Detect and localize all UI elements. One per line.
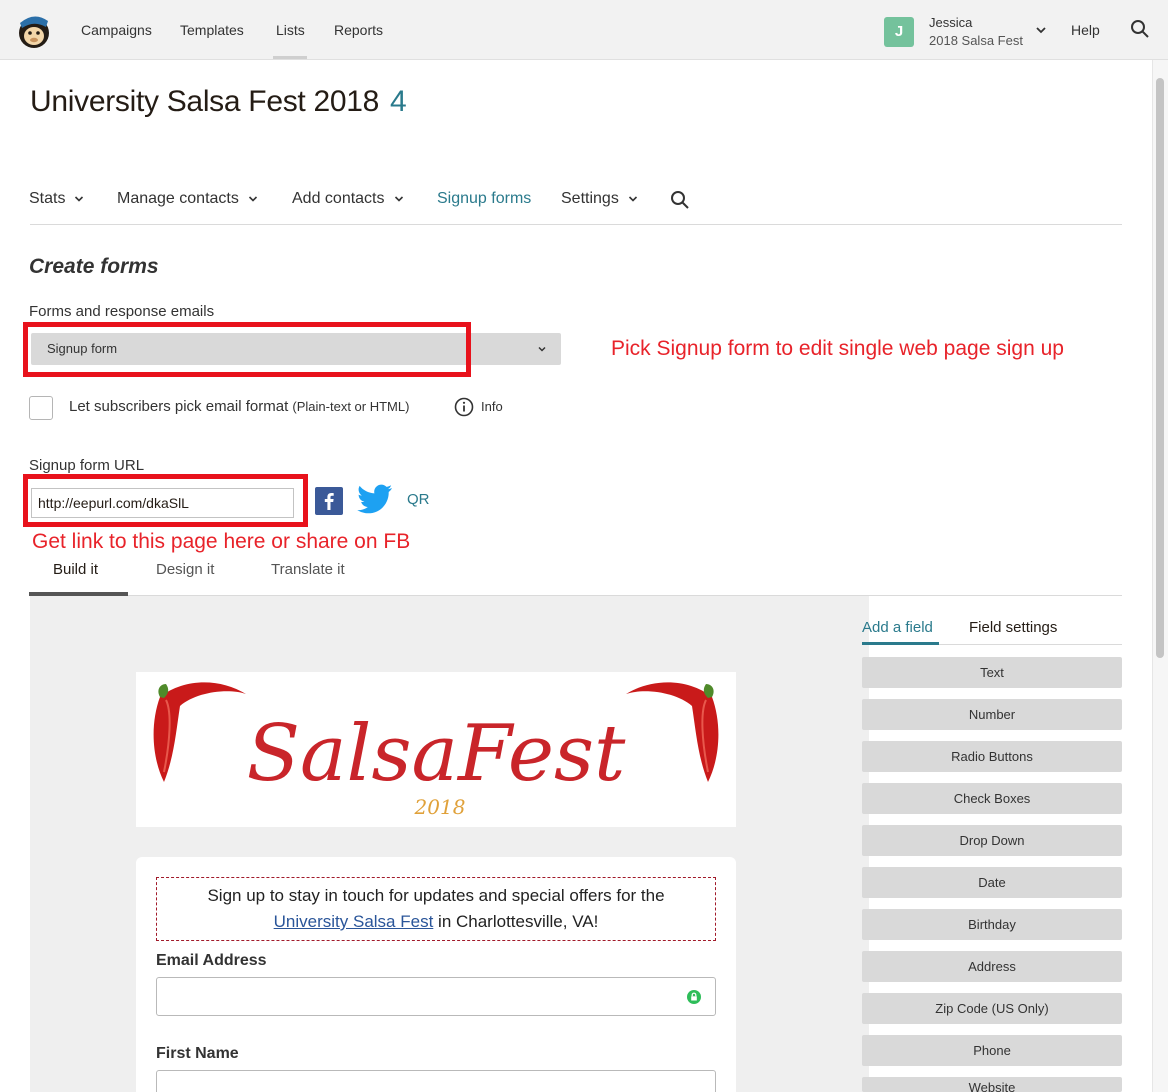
intro-link[interactable]: University Salsa Fest: [274, 912, 434, 931]
nav-templates[interactable]: Templates: [180, 22, 244, 38]
tab-add-a-field[interactable]: Add a field: [862, 619, 933, 636]
banner-year: 2018: [414, 795, 466, 819]
annotation-text: Get link to this page here or share on F…: [32, 530, 411, 553]
add-address-field-button[interactable]: Address: [862, 951, 1122, 982]
section-heading: Create forms: [29, 255, 159, 278]
lock-icon: [687, 990, 701, 1004]
checkbox-label: Let subscribers pick email format (Plain…: [69, 398, 409, 415]
qr-link[interactable]: QR: [407, 491, 430, 508]
nav-reports[interactable]: Reports: [334, 22, 383, 38]
tab-translate-it[interactable]: Translate it: [271, 561, 345, 578]
annotation-text: Pick Signup form to edit single web page…: [611, 337, 1064, 360]
chevron-down-icon: [538, 346, 546, 352]
intro-tail: in Charlottesville, VA!: [433, 912, 599, 931]
chevron-down-icon: [394, 196, 403, 202]
nav-active-indicator: [273, 56, 307, 59]
add-number-field-button[interactable]: Number: [862, 699, 1122, 730]
url-label: Signup form URL: [29, 457, 145, 474]
subnav-stats[interactable]: Stats: [29, 190, 84, 208]
scrollbar-thumb[interactable]: [1156, 78, 1164, 658]
subnav-manage-contacts[interactable]: Manage contacts: [117, 190, 258, 208]
add-date-field-button[interactable]: Date: [862, 867, 1122, 898]
chevron-down-icon: [75, 196, 84, 202]
search-icon[interactable]: [1130, 19, 1150, 39]
mailchimp-logo-icon[interactable]: [14, 11, 54, 51]
add-radio-buttons-field-button[interactable]: Radio Buttons: [862, 741, 1122, 772]
facebook-icon[interactable]: [315, 487, 343, 515]
top-bar: Campaigns Templates Lists Reports J Jess…: [0, 0, 1168, 60]
add-website-field-button[interactable]: Website: [862, 1077, 1122, 1092]
tab-design-it[interactable]: Design it: [156, 561, 214, 578]
info-icon[interactable]: [454, 397, 474, 417]
annotation-highlight-box: [23, 322, 471, 377]
info-link[interactable]: Info: [481, 399, 503, 414]
subnav-add-contacts[interactable]: Add contacts: [292, 190, 404, 208]
checkbox-label-sub: (Plain-text or HTML): [292, 399, 410, 414]
form-header-image[interactable]: SalsaFest 2018: [136, 672, 736, 827]
subnav-signup-forms[interactable]: Signup forms: [437, 190, 531, 208]
intro-text: Sign up to stay in touch for updates and…: [207, 886, 665, 905]
banner-title: SalsaFest: [247, 709, 626, 799]
subnav-manage-label: Manage contacts: [117, 190, 239, 207]
add-drop-down-field-button[interactable]: Drop Down: [862, 825, 1122, 856]
page-title: University Salsa Fest 2018: [30, 85, 380, 118]
checkbox-label-main: Let subscribers pick email format: [69, 398, 289, 415]
add-phone-field-button[interactable]: Phone: [862, 1035, 1122, 1066]
annotation-highlight-box: [23, 474, 308, 527]
nav-campaigns[interactable]: Campaigns: [81, 22, 152, 38]
subnav-signup-label: Signup forms: [437, 190, 532, 207]
first-name-field-label: First Name: [156, 1045, 239, 1062]
salsa-fest-logo: SalsaFest 2018: [153, 682, 719, 819]
subnav-settings-label: Settings: [561, 190, 619, 207]
chevron-down-icon: [248, 196, 257, 202]
email-format-checkbox[interactable]: [29, 396, 53, 420]
first-name-field[interactable]: [156, 1070, 716, 1092]
add-text-field-button[interactable]: Text: [862, 657, 1122, 688]
divider: [30, 224, 1122, 225]
subnav-settings[interactable]: Settings: [561, 190, 638, 208]
subnav-stats-label: Stats: [29, 190, 66, 207]
search-icon[interactable]: [670, 190, 690, 210]
email-field[interactable]: [156, 977, 716, 1016]
nav-lists[interactable]: Lists: [276, 22, 305, 38]
tab-build-it[interactable]: Build it: [53, 561, 98, 578]
add-zip-code-field-button[interactable]: Zip Code (US Only): [862, 993, 1122, 1024]
avatar[interactable]: J: [884, 17, 914, 47]
account-name[interactable]: Jessica: [929, 15, 972, 30]
help-link[interactable]: Help: [1071, 22, 1100, 38]
add-birthday-field-button[interactable]: Birthday: [862, 909, 1122, 940]
forms-select-label: Forms and response emails: [29, 303, 215, 320]
twitter-icon[interactable]: [357, 484, 393, 516]
chevron-down-icon: [628, 196, 637, 202]
account-org[interactable]: 2018 Salsa Fest: [929, 33, 1023, 48]
subnav-add-label: Add contacts: [292, 190, 385, 207]
add-check-boxes-field-button[interactable]: Check Boxes: [862, 783, 1122, 814]
chevron-down-icon[interactable]: [1035, 24, 1047, 36]
tab-field-settings[interactable]: Field settings: [969, 619, 1057, 636]
email-field-label: Email Address: [156, 952, 267, 969]
form-intro-text[interactable]: Sign up to stay in touch for updates and…: [156, 877, 716, 941]
tab-active-indicator: [862, 642, 939, 645]
subscriber-count[interactable]: 4: [390, 85, 407, 119]
